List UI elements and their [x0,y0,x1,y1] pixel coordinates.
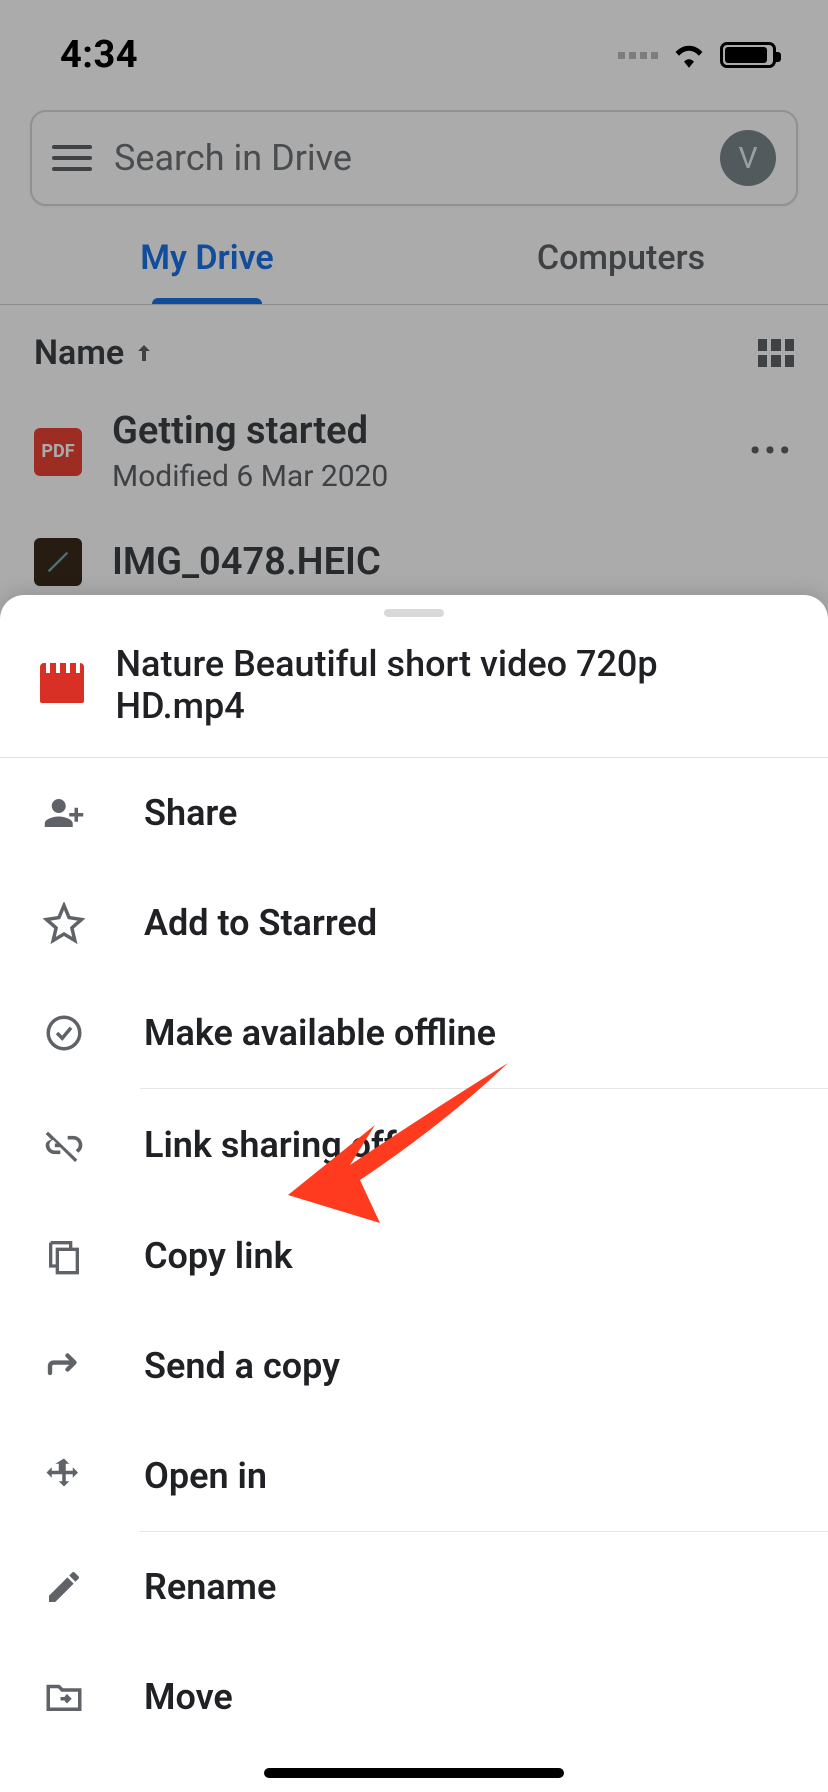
file-name: IMG_0478.HEIC [112,540,794,584]
action-available-offline[interactable]: Make available offline [0,978,828,1088]
file-row[interactable]: PDF Getting started Modified 6 Mar 2020 … [0,387,828,516]
file-info: IMG_0478.HEIC [112,540,794,584]
action-label: Send a copy [144,1345,340,1387]
action-label: Add to Starred [144,902,377,944]
action-label: Make available offline [144,1012,496,1054]
tab-bar: My Drive Computers [0,212,828,304]
search-bar[interactable]: Search in Drive V [30,110,798,206]
action-label: Copy link [144,1235,293,1277]
offline-pin-icon [40,1012,88,1054]
account-avatar[interactable]: V [720,130,776,186]
action-link-sharing[interactable]: Link sharing off [0,1089,828,1201]
action-copy-link[interactable]: Copy link [0,1201,828,1311]
wifi-icon [672,42,706,68]
send-arrow-icon [40,1345,88,1387]
sheet-title: Nature Beautiful short video 720p HD.mp4 [116,643,789,727]
action-sheet: Nature Beautiful short video 720p HD.mp4… [0,595,828,1792]
menu-icon[interactable] [52,145,92,171]
search-input[interactable]: Search in Drive [114,137,698,179]
pdf-icon: PDF [34,428,82,476]
battery-icon [720,42,776,68]
pencil-icon [40,1567,88,1607]
video-file-icon [40,667,84,703]
sheet-header: Nature Beautiful short video 720p HD.mp4 [0,617,828,757]
action-add-to-starred[interactable]: Add to Starred [0,868,828,978]
action-send-a-copy[interactable]: Send a copy [0,1311,828,1421]
action-label: Move [144,1676,233,1718]
image-thumb-icon [34,538,82,586]
sort-row: Name [0,305,828,387]
grid-view-icon[interactable] [758,339,794,367]
action-label: Share [144,792,237,834]
open-in-icon [40,1455,88,1497]
tab-computers[interactable]: Computers [414,212,828,304]
file-info: Getting started Modified 6 Mar 2020 [112,409,720,494]
home-indicator[interactable] [264,1768,564,1778]
file-name: Getting started [112,409,720,453]
status-right [618,42,776,68]
more-icon[interactable]: ••• [750,434,794,469]
status-time: 4:34 [60,33,138,77]
folder-move-icon [40,1676,88,1718]
file-subtitle: Modified 6 Mar 2020 [112,459,720,494]
tab-my-drive[interactable]: My Drive [0,212,414,304]
action-label: Rename [144,1566,276,1608]
copy-icon [40,1236,88,1276]
action-share[interactable]: Share [0,758,828,868]
action-move[interactable]: Move [0,1642,828,1752]
status-bar: 4:34 [0,0,828,110]
sheet-grabber[interactable] [384,609,444,617]
person-add-icon [40,792,88,834]
cell-signal-icon [618,52,658,59]
link-off-icon [40,1123,88,1167]
action-open-in[interactable]: Open in [0,1421,828,1531]
action-label: Open in [144,1455,267,1497]
sort-by-name[interactable]: Name [34,333,156,373]
arrow-up-icon [132,341,156,365]
action-label: Link sharing off [144,1124,397,1166]
star-outline-icon [40,902,88,944]
action-rename[interactable]: Rename [0,1532,828,1642]
